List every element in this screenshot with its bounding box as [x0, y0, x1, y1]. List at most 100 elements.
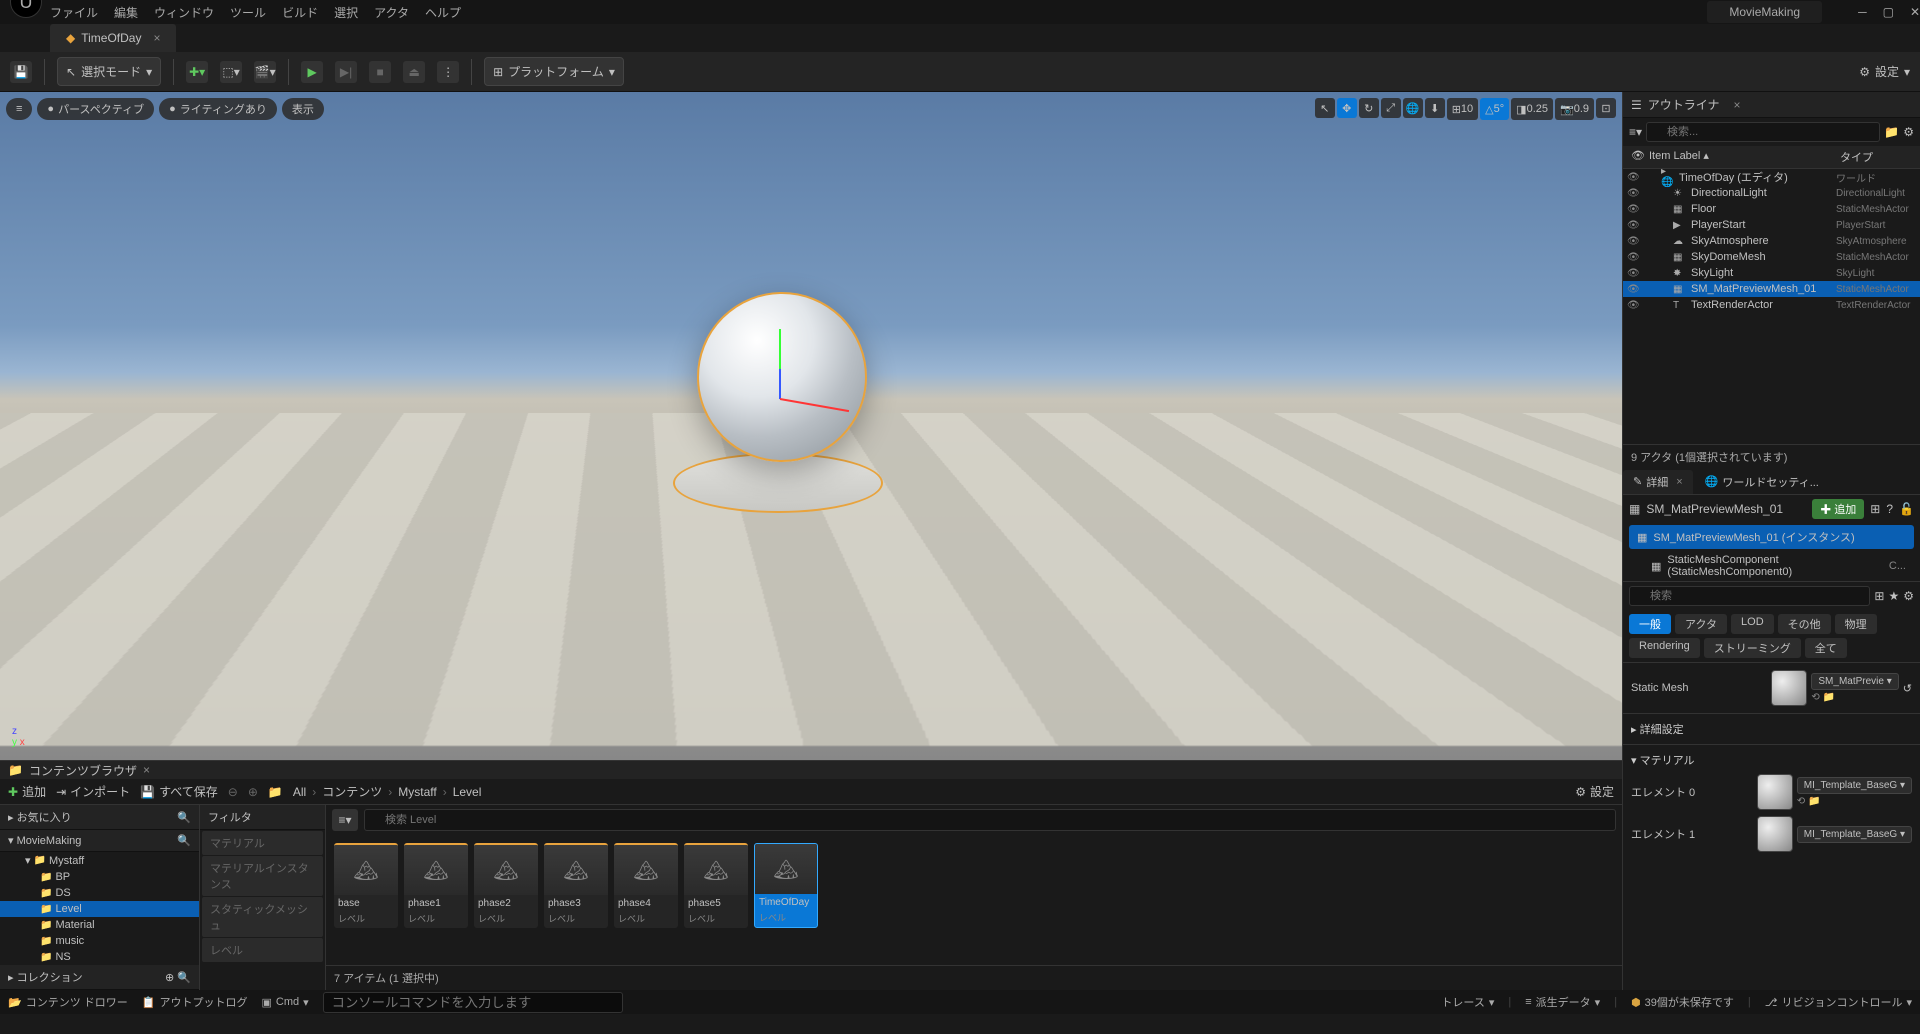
ue-logo[interactable]: U: [10, 0, 42, 18]
asset-tile[interactable]: 🏔phase4レベル: [614, 843, 678, 928]
filter-item[interactable]: マテリアル: [202, 831, 323, 855]
category-pill[interactable]: LOD: [1731, 614, 1774, 634]
save-button[interactable]: 💾: [10, 61, 32, 83]
folder-tree-item[interactable]: 📁DS: [0, 885, 199, 901]
history-fwd[interactable]: ⊕: [248, 785, 258, 799]
trace-button[interactable]: トレース ▾: [1441, 994, 1494, 1010]
eject-button[interactable]: ⏏: [403, 61, 425, 83]
asset-tile[interactable]: 🏔phase2レベル: [474, 843, 538, 928]
mode-dropdown[interactable]: ↖ 選択モード ▾: [57, 57, 161, 86]
stop-button[interactable]: ■: [369, 61, 391, 83]
skip-button[interactable]: ▶|: [335, 61, 357, 83]
surface-snap[interactable]: ⬇: [1425, 98, 1445, 118]
category-pill[interactable]: Rendering: [1629, 638, 1700, 658]
output-log-button[interactable]: 📋アウトプットログ: [142, 994, 248, 1010]
material-section[interactable]: ▾ マテリアル: [1631, 749, 1912, 771]
gizmo-y-axis[interactable]: [779, 329, 781, 369]
outliner-row[interactable]: 👁TTextRenderActorTextRenderActor: [1623, 297, 1920, 313]
rotate-tool[interactable]: ↻: [1359, 98, 1379, 118]
asset-tile[interactable]: 🏔phase3レベル: [544, 843, 608, 928]
add-collection-icon[interactable]: ⊕: [165, 972, 174, 984]
level-tab[interactable]: ◆ TimeOfDay ×: [50, 24, 176, 52]
platform-dropdown[interactable]: ⊞ プラットフォーム ▾: [484, 57, 624, 86]
cb-close-icon[interactable]: ×: [143, 763, 150, 777]
close-button[interactable]: ✕: [1910, 5, 1920, 19]
folder-tree-item[interactable]: 📁Level: [0, 901, 199, 917]
show-dropdown[interactable]: 表示: [282, 98, 324, 120]
add-component-button[interactable]: ✚ 追加: [1812, 499, 1864, 519]
settings-dropdown[interactable]: ⚙ 設定 ▾: [1859, 63, 1910, 80]
outliner-row[interactable]: 👁☁SkyAtmosphereSkyAtmosphere: [1623, 233, 1920, 249]
cb-saveall-button[interactable]: 💾すべて保存: [140, 783, 218, 800]
viewport-menu-button[interactable]: ≡: [6, 98, 32, 120]
cinematics-button[interactable]: 🎬▾: [254, 61, 276, 83]
cb-import-button[interactable]: ⇥インポート: [56, 783, 130, 800]
outliner-row[interactable]: 👁▦SM_MatPreviewMesh_01StaticMeshActor: [1623, 281, 1920, 297]
visibility-column-icon[interactable]: 👁: [1631, 149, 1649, 165]
menu-select[interactable]: 選択: [334, 4, 358, 21]
menu-window[interactable]: ウィンドウ: [154, 4, 214, 21]
type-column[interactable]: タイプ: [1840, 149, 1912, 165]
asset-tile[interactable]: 🏔TimeOfDayレベル: [754, 843, 818, 928]
play-button[interactable]: ▶: [301, 61, 323, 83]
perspective-dropdown[interactable]: ● パースペクティブ: [37, 98, 154, 120]
outliner-search-input[interactable]: [1646, 122, 1880, 142]
outliner-row[interactable]: 👁✸SkyLightSkyLight: [1623, 265, 1920, 281]
filter-item[interactable]: スタティックメッシュ: [202, 897, 323, 937]
grid-snap[interactable]: ⊞ 10: [1447, 98, 1478, 120]
menu-tools[interactable]: ツール: [230, 4, 266, 21]
menu-actor[interactable]: アクタ: [374, 4, 409, 21]
asset-tile[interactable]: 🏔baseレベル: [334, 843, 398, 928]
camera-speed[interactable]: 📷 0.9: [1555, 98, 1594, 120]
component-instance[interactable]: ▦SM_MatPreviewMesh_01 (インスタンス): [1629, 525, 1914, 549]
filter-button[interactable]: ≡▾: [332, 809, 358, 831]
element0-thumb[interactable]: [1757, 774, 1793, 810]
collection-section[interactable]: ▸ コレクション⊕ 🔍: [0, 965, 199, 990]
world-settings-tab[interactable]: 🌐ワールドセッティ...: [1695, 470, 1829, 494]
minimize-button[interactable]: ─: [1858, 5, 1867, 19]
outliner-row[interactable]: 👁▦SkyDomeMeshStaticMeshActor: [1623, 249, 1920, 265]
element1-dropdown[interactable]: MI_Template_BaseG ▾: [1797, 826, 1912, 843]
project-section[interactable]: ▾ MovieMaking🔍: [0, 830, 199, 852]
folder-up[interactable]: 📁: [268, 785, 283, 799]
viewport-maximize[interactable]: ⊡: [1596, 98, 1616, 118]
crumb-mystaff[interactable]: Mystaff: [398, 785, 436, 799]
console-input[interactable]: [323, 992, 623, 1013]
scale-tool[interactable]: ⤢: [1381, 98, 1401, 118]
element0-dropdown[interactable]: MI_Template_BaseG ▾: [1797, 777, 1912, 794]
filter-item[interactable]: マテリアルインスタンス: [202, 856, 323, 896]
derived-data-button[interactable]: ≡派生データ ▾: [1525, 994, 1600, 1010]
crumb-level[interactable]: Level: [453, 785, 482, 799]
search-icon[interactable]: 🔍: [177, 972, 191, 984]
gear-icon[interactable]: ⚙: [1903, 589, 1914, 603]
staticmesh-thumb[interactable]: [1771, 670, 1807, 706]
new-folder-icon[interactable]: 📁: [1884, 125, 1899, 139]
folder-tree-item[interactable]: 📁music: [0, 933, 199, 949]
unsaved-indicator[interactable]: ⬢39個が未保存です: [1631, 994, 1734, 1010]
category-pill[interactable]: 物理: [1835, 614, 1877, 634]
select-tool[interactable]: ↖: [1315, 98, 1335, 118]
play-options-button[interactable]: ⋮: [437, 61, 459, 83]
grid-view-icon[interactable]: ⊞: [1874, 589, 1884, 603]
lighting-dropdown[interactable]: ● ライティングあり: [159, 98, 277, 120]
folder-tree-item[interactable]: 📁NS: [0, 949, 199, 965]
filter-item[interactable]: レベル: [202, 938, 323, 962]
element1-thumb[interactable]: [1757, 816, 1793, 852]
history-back[interactable]: ⊖: [228, 785, 238, 799]
marketplace-button[interactable]: ⬚▾: [220, 61, 242, 83]
outliner-row[interactable]: 👁▦FloorStaticMeshActor: [1623, 201, 1920, 217]
asset-tile[interactable]: 🏔phase1レベル: [404, 843, 468, 928]
lock-icon[interactable]: 🔓: [1899, 502, 1914, 516]
angle-snap[interactable]: △ 5°: [1480, 98, 1509, 120]
outliner-row[interactable]: 👁▸ 🌐TimeOfDay (エディタ)ワールド: [1623, 169, 1920, 185]
component-staticmesh[interactable]: ▦StaticMeshComponent (StaticMeshComponen…: [1629, 551, 1914, 581]
cmd-dropdown[interactable]: ▣Cmd ▾: [261, 996, 308, 1009]
filter-icon[interactable]: ≡▾: [1629, 125, 1642, 139]
world-local-toggle[interactable]: 🌐: [1403, 98, 1423, 118]
category-pill[interactable]: アクタ: [1675, 614, 1727, 634]
level-viewport[interactable]: ≡ ● パースペクティブ ● ライティングあり 表示 ↖ ✥ ↻ ⤢ 🌐 ⬇ ⊞…: [0, 92, 1622, 760]
search-icon[interactable]: 🔍: [177, 834, 191, 847]
asset-search-input[interactable]: [364, 809, 1616, 831]
search-icon[interactable]: 🔍: [177, 811, 191, 824]
details-tab[interactable]: ✎詳細×: [1623, 470, 1693, 494]
